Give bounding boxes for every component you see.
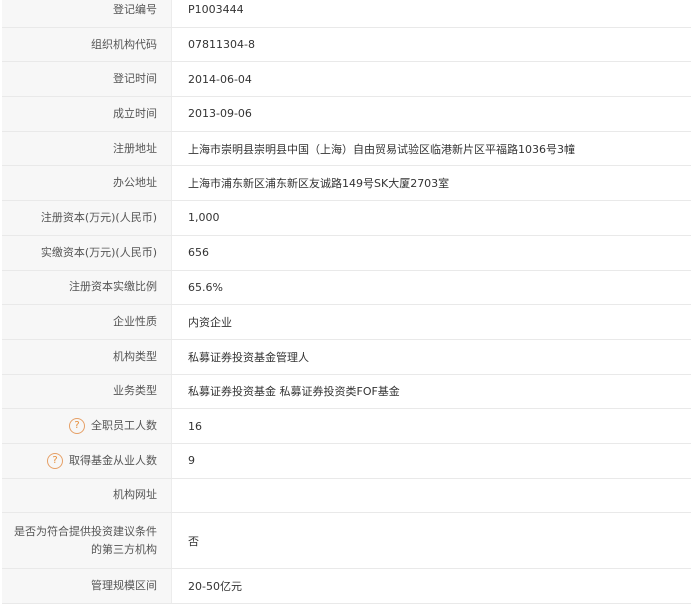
- table-row: 登记时间 2014-06-04: [2, 62, 691, 98]
- row-label: 管理规模区间: [2, 569, 172, 603]
- row-value: 1,000: [188, 211, 220, 225]
- row-value: 上海市浦东新区浦东新区友诚路149号SK大厦2703室: [188, 177, 450, 191]
- table-row: 机构类型 私募证券投资基金管理人: [2, 339, 691, 375]
- row-label-line: 是否为符合提供投资建议条件: [14, 524, 157, 538]
- row-label: 注册地址: [2, 131, 172, 166]
- table-row: 办公地址 上海市浦东新区浦东新区友诚路149号SK大厦2703室: [2, 166, 691, 202]
- table-row: 注册地址 上海市崇明县崇明县中国（上海）自由贸易试验区临港新片区平福路1036号…: [2, 131, 691, 167]
- row-value: 656: [188, 246, 209, 260]
- row-value: 私募证券投资基金 私募证券投资类FOF基金: [188, 385, 400, 399]
- row-label: 登记时间: [2, 62, 172, 97]
- row-value: 07811304-8: [188, 38, 255, 52]
- row-label: 取得基金从业人数: [69, 453, 157, 467]
- row-label: 机构类型: [2, 339, 172, 374]
- row-value: 2014-06-04: [188, 72, 252, 86]
- row-label-line: 的第三方机构: [91, 542, 157, 556]
- row-label: 办公地址: [2, 166, 172, 201]
- row-value: 16: [188, 419, 202, 433]
- row-label: 组织机构代码: [2, 27, 172, 62]
- table-row: 注册资本(万元)(人民币) 1,000: [2, 201, 691, 236]
- row-label-with-help: ? 取得基金从业人数: [2, 443, 172, 478]
- row-label: 机构网址: [2, 478, 172, 513]
- row-label: 登记编号: [2, 0, 172, 27]
- row-value: 2013-09-06: [188, 107, 252, 121]
- table-row: 企业性质 内资企业: [2, 305, 691, 340]
- table-row: 机构网址: [2, 478, 691, 514]
- table-row: 管理规模区间 20-50亿元: [2, 569, 691, 604]
- table-row: 实缴资本(万元)(人民币) 656: [2, 235, 691, 271]
- row-label: 注册资本实缴比例: [2, 270, 172, 305]
- row-label: 全职员工人数: [91, 419, 157, 433]
- row-label: 实缴资本(万元)(人民币): [2, 235, 172, 270]
- table-row: 业务类型 私募证券投资基金 私募证券投资类FOF基金: [2, 374, 691, 410]
- row-value: 私募证券投资基金管理人: [188, 350, 309, 364]
- row-label: 成立时间: [2, 97, 172, 131]
- row-value: 上海市崇明县崇明县中国（上海）自由贸易试验区临港新片区平福路1036号3幢: [188, 142, 575, 156]
- table-row: 注册资本实缴比例 65.6%: [2, 270, 691, 306]
- row-label: 注册资本(万元)(人民币): [2, 201, 172, 235]
- row-value: 内资企业: [188, 316, 232, 330]
- row-value: [172, 479, 691, 513]
- table-row: 成立时间 2013-09-06: [2, 97, 691, 132]
- help-icon[interactable]: ?: [69, 418, 85, 435]
- table-row: ? 取得基金从业人数 9: [2, 443, 691, 479]
- fund-manager-info-table: 登记编号 P1003444 组织机构代码 07811304-8 登记时间 201…: [2, 0, 691, 604]
- help-icon[interactable]: ?: [47, 452, 63, 469]
- row-value: 65.6%: [188, 280, 223, 294]
- table-row: 登记编号 P1003444: [2, 0, 691, 28]
- row-label: 业务类型: [2, 374, 172, 409]
- row-value: 否: [188, 534, 199, 548]
- table-row: ? 全职员工人数 16: [2, 409, 691, 444]
- row-label-with-help: ? 全职员工人数: [2, 409, 172, 443]
- row-value: 20-50亿元: [188, 580, 242, 594]
- row-value: P1003444: [188, 3, 244, 17]
- row-label-multiline: 是否为符合提供投资建议条件 的第三方机构: [2, 513, 172, 569]
- table-row: 是否为符合提供投资建议条件 的第三方机构 否: [2, 513, 691, 570]
- table-row: 组织机构代码 07811304-8: [2, 27, 691, 63]
- row-label: 企业性质: [2, 305, 172, 339]
- row-value: 9: [188, 454, 195, 468]
